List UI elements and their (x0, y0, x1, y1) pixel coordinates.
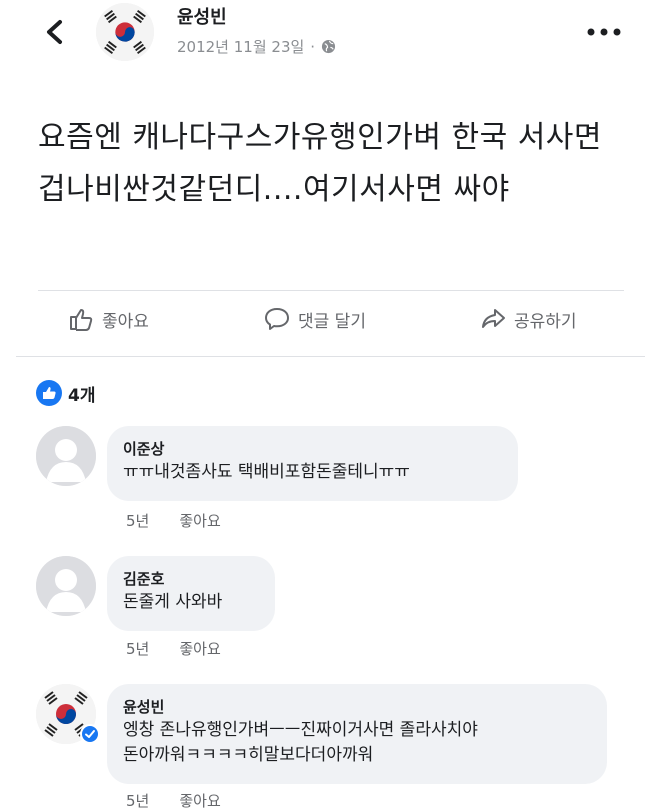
default-user-icon (36, 426, 96, 486)
commenter-avatar[interactable] (36, 426, 96, 486)
share-label: 공유하기 (514, 311, 577, 332)
comment-time[interactable]: 5년 (126, 638, 149, 659)
reaction-count: 4개 (68, 385, 96, 406)
post-date[interactable]: 2012년 11월 23일 (177, 36, 304, 57)
comment-meta: 5년 좋아요 (126, 638, 221, 659)
post-header: 윤성빈 2012년 11월 23일 · (0, 0, 649, 70)
divider (16, 356, 645, 357)
commenter-name[interactable]: 이준상 (123, 438, 502, 460)
comment-text: 엥창 존나유행인가벼ㅡㅡ진짜이거사면 졸라사치야 돈아까워ㅋㅋㅋㅋ히말보다더아까… (123, 720, 478, 765)
commenter-avatar[interactable] (36, 556, 96, 616)
comment-bubble[interactable]: 이준상 ㅠㅠ내것좀사됴 택배비포함돈줄테니ㅠㅠ (107, 426, 518, 501)
author-name[interactable]: 윤성빈 (177, 3, 227, 29)
comment-text: ㅠㅠ내것좀사됴 택배비포함돈줄테니ㅠㅠ (123, 462, 410, 482)
post-action-bar: 좋아요 댓글 달기 공유하기 (38, 300, 624, 348)
comment-like-link[interactable]: 좋아요 (179, 790, 220, 811)
share-button[interactable]: 공유하기 (480, 306, 577, 332)
comment-bubble[interactable]: 김준호 돈줄게 사와바 (107, 556, 275, 631)
globe-icon (322, 39, 336, 54)
like-button[interactable]: 좋아요 (68, 306, 149, 332)
verified-badge (80, 724, 100, 744)
comment-label: 댓글 달기 (298, 311, 366, 332)
commenter-name[interactable]: 김준호 (123, 568, 259, 590)
korean-flag-avatar-icon (96, 3, 154, 61)
comment-bubble[interactable]: 윤성빈 엥창 존나유행인가벼ㅡㅡ진짜이거사면 졸라사치야 돈아까워ㅋㅋㅋㅋ히말보… (107, 684, 607, 784)
author-avatar[interactable] (96, 3, 154, 61)
comment-like-link[interactable]: 좋아요 (179, 510, 220, 531)
comment-text: 돈줄게 사와바 (123, 592, 223, 612)
more-horizontal-icon (587, 28, 621, 36)
verified-check-icon (82, 726, 98, 742)
thumbs-up-icon (70, 309, 93, 331)
comment-like-link[interactable]: 좋아요 (179, 638, 220, 659)
default-user-icon (36, 556, 96, 616)
share-arrow-icon (482, 309, 505, 328)
like-icon (36, 380, 62, 406)
comment-meta: 5년 좋아요 (126, 510, 221, 531)
divider (38, 290, 624, 291)
back-button[interactable] (40, 14, 70, 50)
more-options-button[interactable] (585, 22, 625, 42)
comment-bubble-icon (265, 308, 289, 330)
meta-separator: · (310, 37, 316, 56)
comment-meta: 5년 좋아요 (126, 790, 221, 811)
post-body-text: 요즘엔 캐나다구스가유행인가벼 한국 서사면겁나비싼것같던디....여기서사면 … (38, 120, 603, 207)
comment-time[interactable]: 5년 (126, 510, 149, 531)
commenter-name[interactable]: 윤성빈 (123, 696, 591, 718)
post-meta: 2012년 11월 23일 · (177, 36, 336, 57)
comment-button[interactable]: 댓글 달기 (264, 306, 366, 332)
like-label: 좋아요 (102, 311, 149, 332)
comment-time[interactable]: 5년 (126, 790, 149, 811)
reaction-summary[interactable]: 4개 (36, 380, 95, 406)
chevron-left-icon (47, 20, 62, 44)
